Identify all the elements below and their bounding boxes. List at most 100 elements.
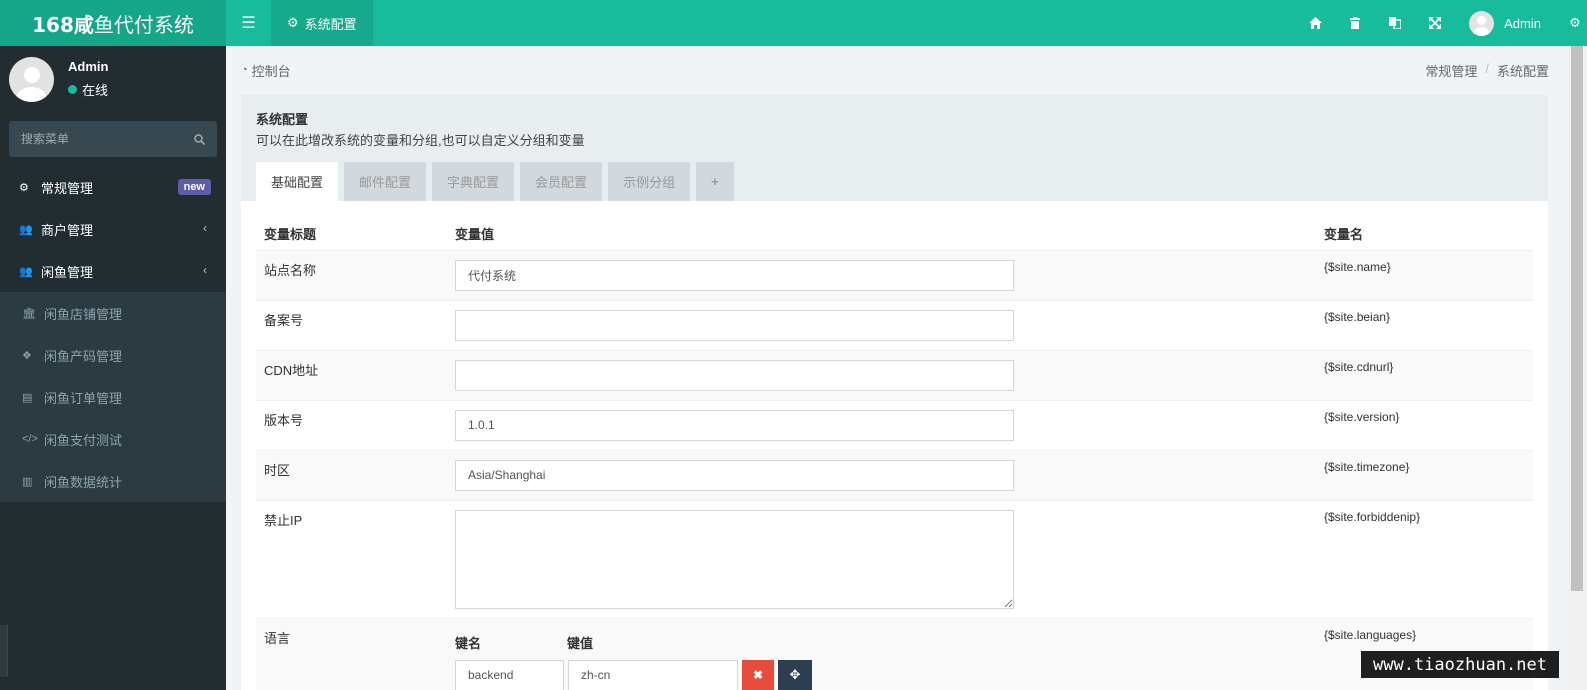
code-icon: </> <box>22 433 38 445</box>
search-input[interactable] <box>21 132 194 146</box>
sidebar-item-label: 常规管理 <box>41 180 94 196</box>
site-name-input[interactable] <box>455 259 1014 291</box>
user-menu[interactable]: Admin <box>1455 10 1563 36</box>
tab-dictionary[interactable]: 字典配置 <box>432 162 515 201</box>
sidebar-item-label: 闲鱼管理 <box>41 264 94 280</box>
sidebar-user-name: Admin <box>68 59 109 74</box>
dashboard-link[interactable]: ◔ 控制台 <box>241 61 291 80</box>
clear-cache-button[interactable] <box>1335 0 1375 46</box>
chevron-left-icon: ‹ <box>203 221 207 235</box>
breadcrumb-home: 控制台 <box>251 63 291 79</box>
table-row: 版本号 {$site.version} <box>256 399 1533 450</box>
home-button[interactable] <box>1295 0 1335 46</box>
sidebar-item-label: 闲鱼订单管理 <box>44 390 123 406</box>
dashboard-icon: ◔ <box>241 64 248 76</box>
breadcrumb-parent[interactable]: 常规管理 <box>1425 61 1477 80</box>
scrollbar-thumb[interactable] <box>1571 46 1583 591</box>
language-key-input[interactable] <box>455 659 564 690</box>
breadcrumb: ◔ 控制台 常规管理 / 系统配置 <box>226 46 1567 94</box>
hamburger-icon: ☰ <box>241 15 256 32</box>
tab-member[interactable]: 会员配置 <box>520 162 603 201</box>
bank-icon: 🏛 <box>22 307 36 320</box>
cogs-icon: ⚙ <box>19 181 29 194</box>
tab-label: 系统配置 <box>304 16 357 32</box>
row-title: 版本号 <box>256 399 447 450</box>
row-title: CDN地址 <box>256 349 447 400</box>
row-title: 站点名称 <box>256 249 447 300</box>
row-variable-name: {$site.name} <box>1316 249 1533 300</box>
language-button[interactable] <box>1375 0 1415 46</box>
users-icon: 👥 <box>19 223 33 236</box>
xianyu-submenu: 🏛 闲鱼店铺管理 ❖ 闲鱼产码管理 ▤ 闲鱼订单管理 </> 闲鱼支付测试 ▥ … <box>0 292 226 502</box>
online-status: 在线 <box>68 80 108 99</box>
timezone-input[interactable] <box>455 459 1014 491</box>
sidebar-item-stats[interactable]: ▥ 闲鱼数据统计 <box>0 460 226 502</box>
avatar <box>1469 10 1495 36</box>
page-title: 系统配置 <box>256 112 309 127</box>
avatar <box>9 56 54 102</box>
sidebar-item-label: 闲鱼产码管理 <box>44 348 123 364</box>
config-table: 变量标题 变量值 变量名 站点名称 {$site.name} 备案号 {$sit… <box>256 217 1533 690</box>
drag-row-button[interactable]: ✥ <box>778 660 812 690</box>
search-icon <box>194 133 205 145</box>
key-value-row: ✖ ✥ <box>455 659 1308 690</box>
row-variable-name: {$site.timezone} <box>1316 449 1533 500</box>
sidebar-item-pay-test[interactable]: </> 闲鱼支付测试 <box>0 418 226 460</box>
sidebar-toggle-button[interactable]: ☰ <box>226 0 271 46</box>
id-card-icon: ▤ <box>22 391 33 404</box>
cubes-icon: ❖ <box>22 349 32 362</box>
status-label: 在线 <box>82 83 109 98</box>
forbidden-ip-textarea[interactable] <box>455 509 1014 609</box>
add-group-button[interactable]: + <box>696 162 734 201</box>
row-variable-name: {$site.cdnurl} <box>1316 349 1533 400</box>
page-description: 可以在此增改系统的变量和分组,也可以自定义分组和变量 <box>256 133 585 148</box>
online-dot-icon <box>68 85 77 94</box>
row-title: 备案号 <box>256 299 447 350</box>
remove-row-button[interactable]: ✖ <box>742 660 774 690</box>
logo-text: 鱼代付系统 <box>93 12 194 37</box>
users-icon: 👥 <box>19 265 33 278</box>
app-logo[interactable]: 168咸 鱼代付系统 <box>0 0 226 46</box>
row-title: 时区 <box>256 449 447 500</box>
settings-button[interactable]: ⚙ <box>1563 0 1587 46</box>
row-title: 语言 <box>256 617 447 690</box>
top-header: 168咸 鱼代付系统 ☰ ⚙ 系统配置 Admin ⚙ <box>0 0 1587 46</box>
sidebar: Admin 在线 ⚙ 常规管理 new 👥 商户管理 ‹ 👥 闲鱼管理 ‹ 🏛 … <box>0 46 226 690</box>
sidebar-item-orders[interactable]: ▤ 闲鱼订单管理 <box>0 376 226 418</box>
key-value-header: 键名 键值 <box>455 633 1308 652</box>
sidebar-item-merchant[interactable]: 👥 商户管理 ‹ <box>0 208 226 250</box>
page-scrollbar[interactable] <box>1567 46 1587 690</box>
expand-icon <box>1429 17 1442 29</box>
left-edge-handle <box>0 625 8 677</box>
sidebar-item-codes[interactable]: ❖ 闲鱼产码管理 <box>0 334 226 376</box>
tab-system-config[interactable]: ⚙ 系统配置 <box>271 0 373 46</box>
header-actions: Admin ⚙ <box>1295 0 1587 46</box>
sidebar-item-general[interactable]: ⚙ 常规管理 new <box>0 166 226 208</box>
close-icon: ✖ <box>752 668 764 682</box>
beian-input[interactable] <box>455 309 1014 341</box>
fullscreen-button[interactable] <box>1415 0 1455 46</box>
table-row: CDN地址 {$site.cdnurl} <box>256 349 1533 400</box>
watermark: www.tiaozhuan.net <box>1361 651 1559 678</box>
row-title: 禁止IP <box>256 499 447 618</box>
sidebar-item-label: 商户管理 <box>41 222 94 238</box>
tab-example[interactable]: 示例分组 <box>608 162 691 201</box>
row-variable-name: {$site.version} <box>1316 399 1533 450</box>
config-tabs: 基础配置 邮件配置 字典配置 会员配置 示例分组 + <box>256 162 734 201</box>
sidebar-item-shops[interactable]: 🏛 闲鱼店铺管理 <box>0 292 226 334</box>
home-icon <box>1308 17 1322 29</box>
column-header-title: 变量标题 <box>256 217 447 251</box>
tab-email[interactable]: 邮件配置 <box>344 162 427 201</box>
user-panel: Admin 在线 <box>0 46 226 112</box>
cdn-url-input[interactable] <box>455 359 1014 391</box>
main-content: ◔ 控制台 常规管理 / 系统配置 系统配置 可以在此增改系统的变量和分组,也可… <box>226 46 1567 690</box>
breadcrumb-separator: / <box>1485 60 1489 76</box>
sidebar-item-label: 闲鱼店铺管理 <box>44 306 123 322</box>
new-badge: new <box>177 179 211 195</box>
version-input[interactable] <box>455 409 1014 441</box>
gear-icon: ⚙ <box>287 15 299 30</box>
language-value-input[interactable] <box>568 659 738 690</box>
sidebar-item-xianyu[interactable]: 👥 闲鱼管理 ‹ <box>0 250 226 292</box>
tab-basic[interactable]: 基础配置 <box>256 162 339 201</box>
trash-icon <box>1350 17 1361 29</box>
